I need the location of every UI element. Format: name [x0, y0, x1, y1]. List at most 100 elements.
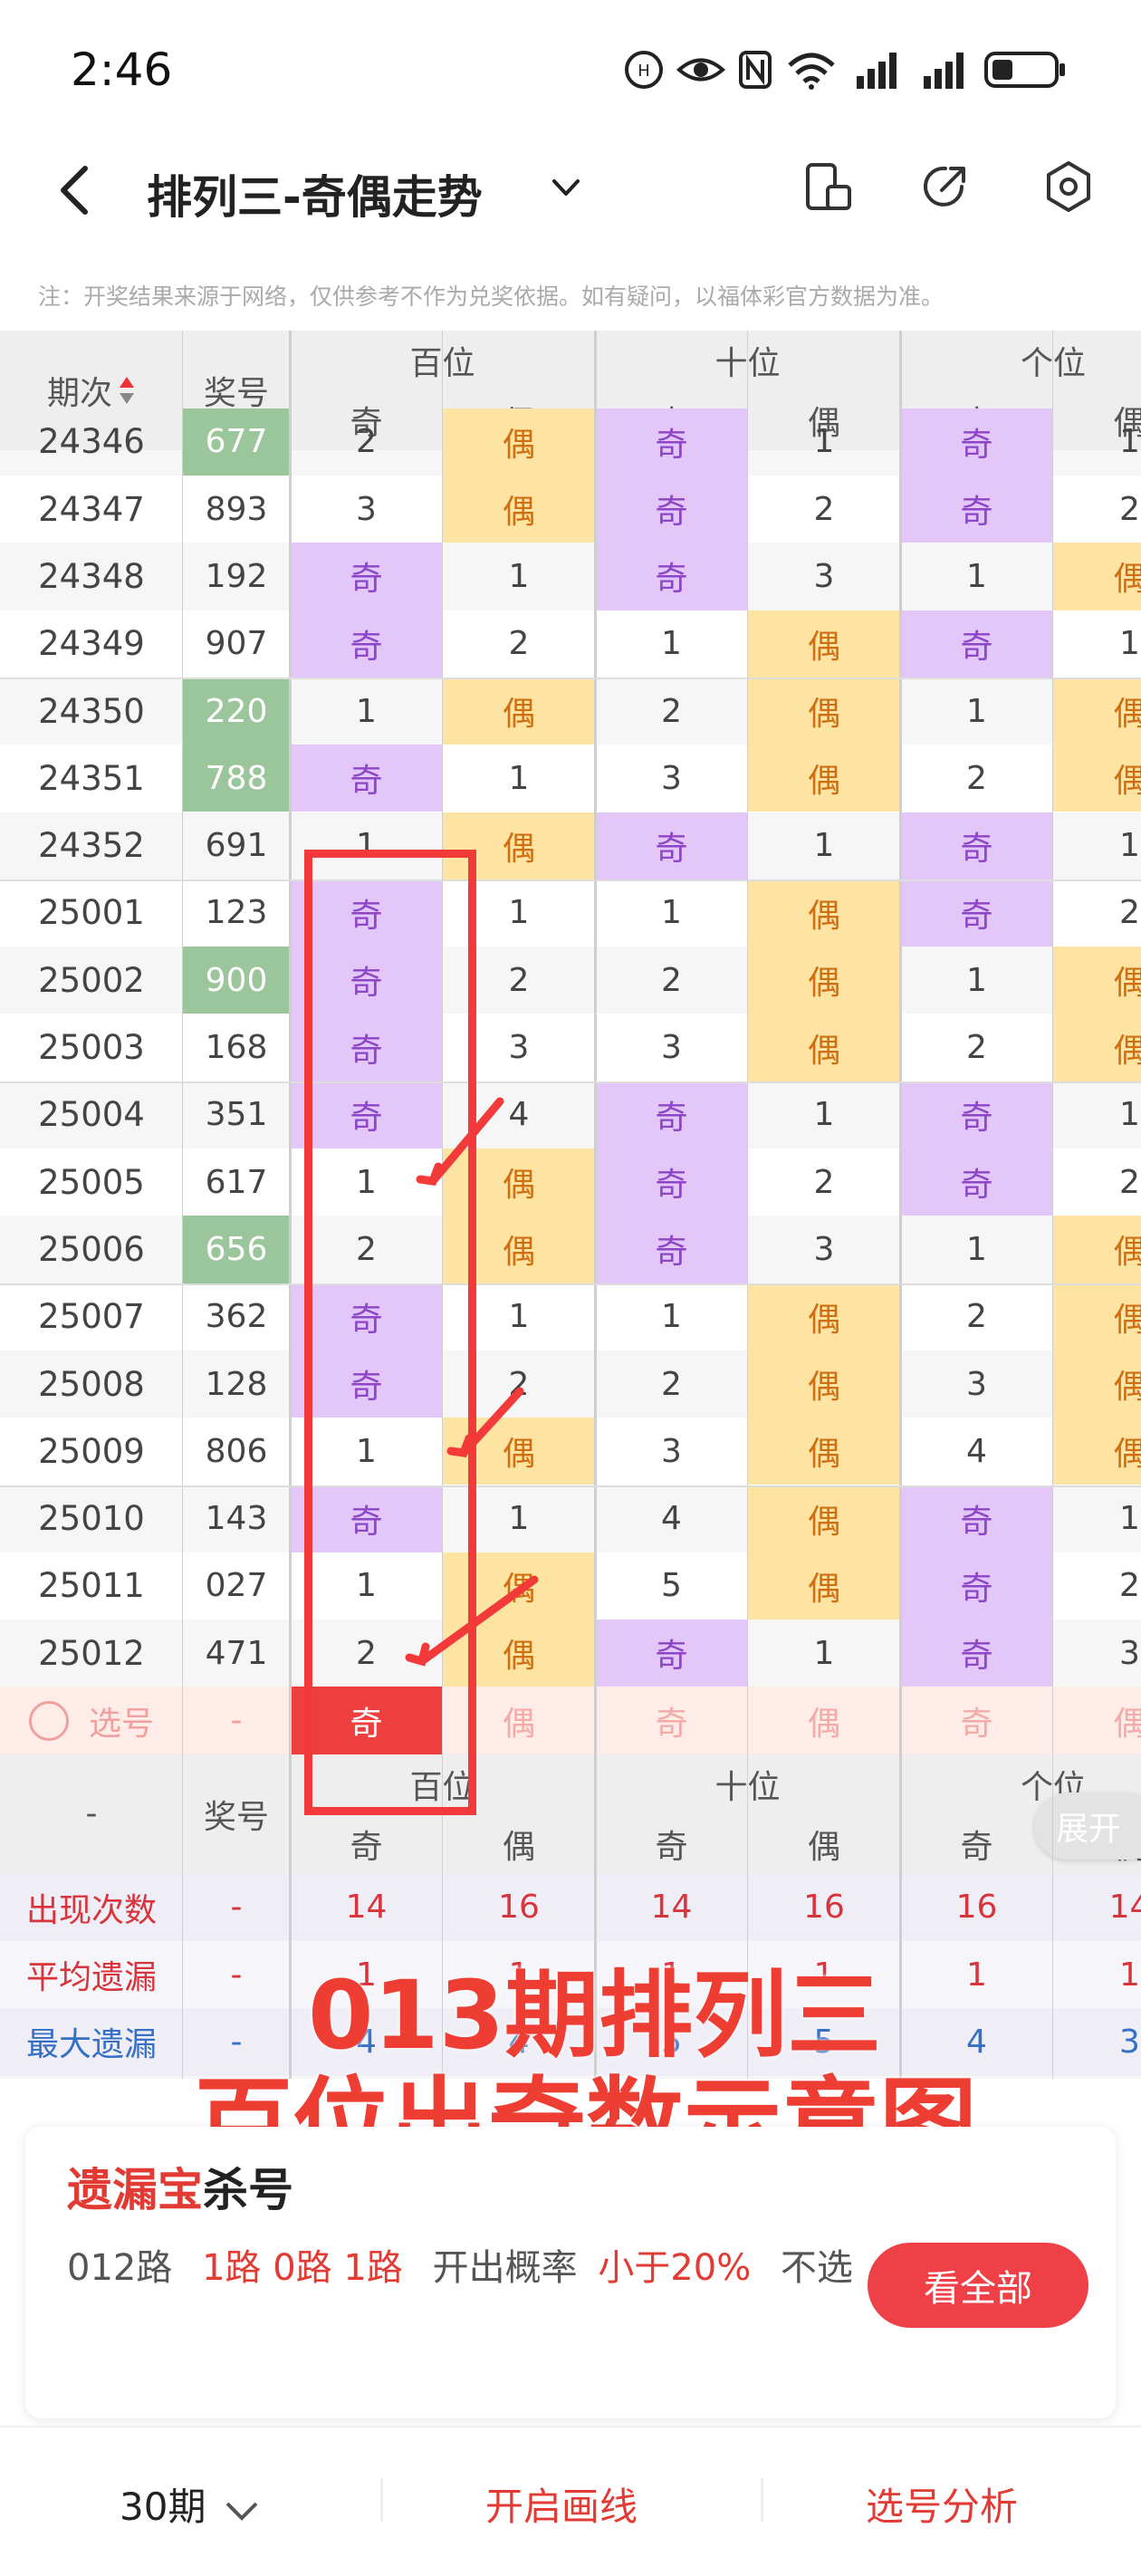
group-row-divider	[0, 1485, 1141, 1487]
select-cell[interactable]: 偶	[1053, 1687, 1141, 1754]
share-icon[interactable]	[918, 159, 973, 214]
miss-count-cell: 3	[813, 557, 835, 595]
prize-cell: 168	[205, 1029, 268, 1067]
miss-count-cell: 1	[1119, 1096, 1140, 1134]
stats-prize: -	[230, 1889, 243, 1927]
page-title[interactable]: 排列三-奇偶走势	[147, 161, 483, 226]
prize-cell: 677	[183, 408, 290, 476]
expand-button[interactable]: 展开	[1034, 1792, 1141, 1860]
miss-count-cell: 1	[813, 827, 835, 865]
card-route-prefix: 012路	[67, 2247, 173, 2289]
miss-count-cell: 3	[508, 1029, 530, 1067]
miss-count-cell: 1	[508, 557, 530, 595]
miss-count-cell: 3	[661, 1029, 682, 1067]
miss-count-cell: 3	[661, 759, 682, 797]
miss-count-cell: 2	[661, 961, 682, 999]
footer-even-header: 偶	[748, 1813, 900, 1874]
even-cell: 偶	[443, 476, 595, 543]
odd-cell: 奇	[595, 543, 748, 610]
signal-icon-1	[857, 53, 896, 89]
even-cell: 偶	[1053, 1014, 1141, 1081]
settings-icon[interactable]	[1041, 159, 1096, 214]
miss-count-cell: 3	[966, 1365, 987, 1403]
miss-count-cell: 2	[356, 1230, 377, 1268]
select-cell[interactable]: 奇	[900, 1687, 1053, 1754]
select-cell[interactable]: 偶	[748, 1687, 900, 1754]
even-cell: 偶	[1053, 1216, 1141, 1283]
battery-icon	[984, 52, 1065, 88]
prize-cell: 900	[183, 947, 290, 1014]
even-cell: 偶	[443, 408, 595, 476]
issue-cell: 25007	[38, 1297, 145, 1337]
start-drawing-button[interactable]: 开启画线	[485, 2476, 638, 2532]
miss-count-cell: 2	[661, 692, 682, 730]
select-row-label[interactable]: 选号	[0, 1687, 183, 1754]
even-cell: 偶	[1053, 543, 1141, 610]
prize-cell: 351	[205, 1096, 268, 1134]
stats-prize: -	[183, 2076, 290, 2079]
even-cell: 偶	[748, 1283, 900, 1350]
issue-cell: 25006	[38, 1229, 145, 1269]
stats-value: 14	[650, 1889, 693, 1927]
issue-cell: 24352	[38, 826, 145, 866]
miss-count-cell: 2	[1119, 490, 1140, 528]
miss-count-cell: 2	[356, 423, 377, 461]
column-divider	[289, 331, 292, 2079]
odd-cell: 奇	[290, 947, 443, 1014]
footer-odd-header: 奇	[900, 1813, 1053, 1874]
odd-cell: 奇	[290, 610, 443, 678]
stats-value: 14	[1108, 1889, 1141, 1927]
odd-cell: 奇	[595, 1149, 748, 1216]
prize-cell: 192	[205, 557, 268, 595]
select-prize: -	[230, 1702, 243, 1740]
view-all-button[interactable]: 看全部	[868, 2243, 1088, 2328]
card-suffix: 不选	[780, 2247, 853, 2289]
odd-cell: 奇	[595, 1081, 748, 1149]
column-divider	[1052, 331, 1053, 2079]
rotate-screen-icon[interactable]	[801, 159, 855, 214]
group-row-divider	[0, 1081, 1141, 1083]
miss-count-cell: 2	[813, 490, 835, 528]
odd-cell: 奇	[900, 1485, 1053, 1552]
issue-cell: 25002	[38, 960, 145, 1000]
odd-cell: 奇	[900, 610, 1053, 678]
even-cell: 偶	[1053, 1350, 1141, 1418]
select-cell[interactable]: 奇	[595, 1687, 748, 1754]
miss-count-cell: 1	[1119, 423, 1140, 461]
hd-call-icon: H	[625, 51, 663, 89]
trend-table[interactable]: 期次奖号百位奇偶十位奇偶个位奇偶243466772偶奇1奇1243478933偶…	[0, 331, 1141, 2079]
miss-count-cell: 1	[966, 557, 987, 595]
even-cell: 偶	[1053, 677, 1141, 745]
eye-icon	[676, 58, 726, 82]
miss-count-cell: 5	[661, 1567, 682, 1605]
even-cell: 偶	[1053, 1418, 1141, 1485]
card-prob-label: 开出概率	[432, 2247, 578, 2289]
even-cell: 偶	[748, 610, 900, 678]
miss-count-cell: 1	[661, 625, 682, 663]
stats-label: 最大遗漏	[25, 2026, 157, 2064]
stats-value: 1	[1119, 1956, 1140, 1994]
even-cell: 偶	[443, 1620, 595, 1687]
miss-count-cell: 1	[356, 1432, 377, 1470]
kill-number-card: 遗漏宝杀号 012路 1路 0路 1路 开出概率 小于20% 不选 看全部	[25, 2127, 1116, 2418]
stats-value: 3	[748, 2076, 900, 2079]
odd-cell: 奇	[900, 879, 1053, 947]
chevron-down-icon[interactable]	[551, 174, 581, 201]
column-divider	[594, 331, 597, 2079]
even-cell: 偶	[1053, 947, 1141, 1014]
divider	[380, 2478, 383, 2522]
stats-value: 3	[595, 2076, 748, 2079]
stats-value: 4	[1053, 2076, 1141, 2079]
odd-cell: 奇	[290, 1081, 443, 1149]
select-cell[interactable]: 奇	[290, 1687, 443, 1754]
period-selector[interactable]: 30期	[120, 2476, 260, 2532]
back-arrow-icon[interactable]	[54, 163, 94, 217]
number-analysis-button[interactable]: 选号分析	[866, 2476, 1018, 2532]
prize-cell: 617	[205, 1163, 268, 1201]
select-cell[interactable]: 偶	[443, 1687, 595, 1754]
issue-cell: 25009	[38, 1431, 145, 1471]
miss-count-cell: 1	[1119, 827, 1140, 865]
prize-cell: 471	[205, 1634, 268, 1672]
prize-cell: 143	[205, 1500, 268, 1538]
footer-odd-header: 奇	[290, 1813, 443, 1874]
